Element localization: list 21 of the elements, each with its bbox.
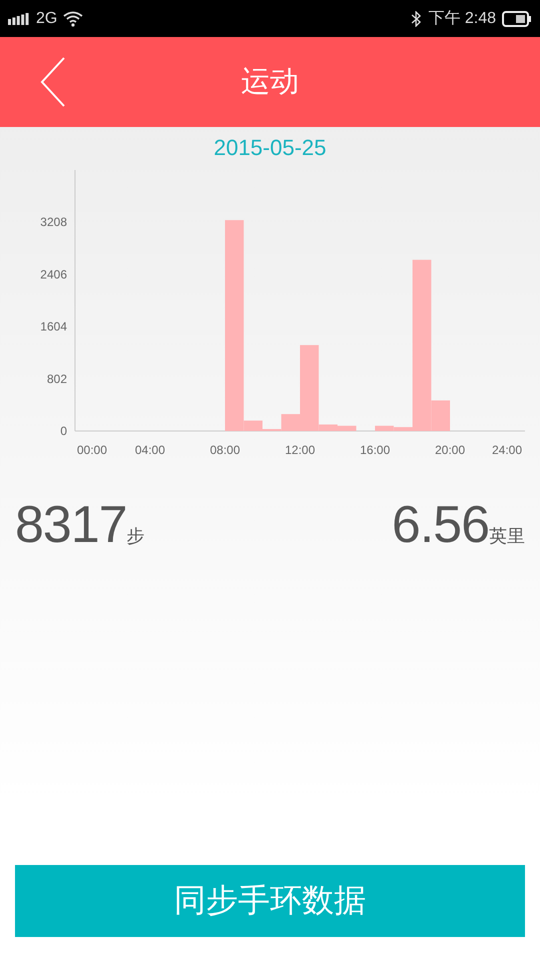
y-tick-label: 0 — [60, 424, 67, 438]
network-type: 2G — [36, 10, 58, 28]
stat-value: 6.56 — [392, 495, 489, 555]
x-tick-label: 04:00 — [134, 443, 166, 457]
sync-button[interactable]: 同步手环数据 — [15, 865, 525, 937]
x-tick-label: 00:00 — [76, 443, 108, 457]
x-tick-label: 16:00 — [360, 443, 390, 457]
stat-unit: 步 — [126, 525, 145, 548]
y-tick-label: 3208 — [40, 215, 67, 230]
stat-unit: 英里 — [489, 525, 525, 548]
y-tick-label: 802 — [46, 372, 67, 386]
screen-title: 运动 — [241, 63, 299, 100]
clock: 下午 2:48 — [428, 9, 496, 29]
x-tick-label: 12:00 — [284, 443, 316, 457]
x-tick-label: 20:00 — [434, 443, 466, 457]
y-tick-label: 1604 — [40, 320, 67, 334]
x-tick-label: 24:00 — [492, 443, 522, 457]
stat-value: 8317 — [15, 495, 127, 555]
y-tick-label: 2406 — [40, 267, 67, 282]
date-label: 2015-05-25 — [212, 135, 328, 161]
x-tick-label: 08:00 — [210, 443, 240, 457]
